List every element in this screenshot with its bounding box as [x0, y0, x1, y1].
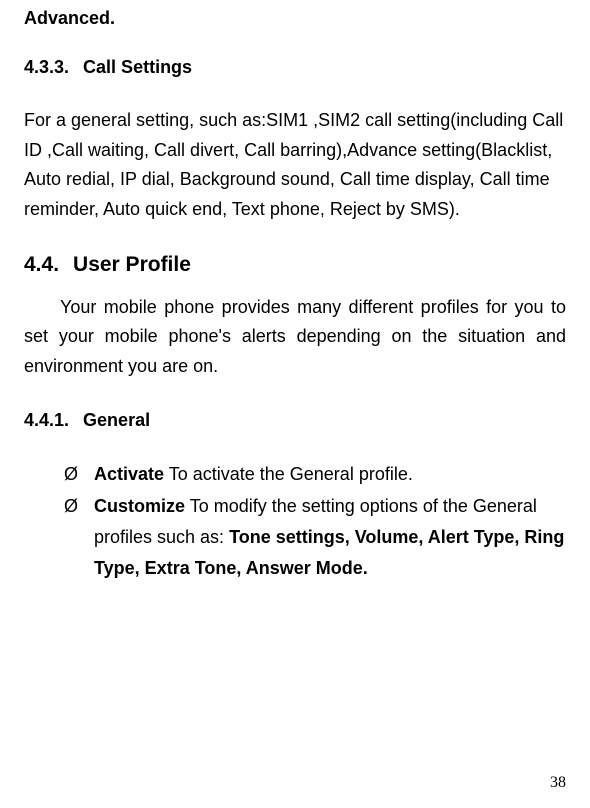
- heading-4-4-number: 4.4.: [24, 253, 59, 276]
- bullet-icon: Ø: [64, 459, 78, 490]
- paragraph-4-4: Your mobile phone provides many differen…: [24, 293, 566, 382]
- list-item-bold: Activate: [94, 464, 164, 484]
- heading-4-4-1-number: 4.4.1.: [24, 410, 69, 430]
- list-item: Ø Customize To modify the setting option…: [64, 491, 566, 583]
- bullet-icon: Ø: [64, 491, 78, 522]
- page-number: 38: [550, 774, 566, 792]
- heading-4-4-1-title: General: [83, 410, 150, 430]
- heading-advanced: Advanced.: [24, 8, 566, 29]
- heading-4-4-1: 4.4.1. General: [24, 410, 566, 431]
- list-item-text: To activate the General profile.: [164, 464, 413, 484]
- list-item: Ø Activate To activate the General profi…: [64, 459, 566, 490]
- heading-4-4-title: User Profile: [73, 253, 191, 276]
- heading-4-4: 4.4. User Profile: [24, 253, 566, 277]
- list-item-bold: Customize: [94, 496, 185, 516]
- paragraph-4-3-3: For a general setting, such as:SIM1 ,SIM…: [24, 106, 566, 225]
- heading-4-3-3-number: 4.3.3.: [24, 57, 69, 77]
- list-4-4-1: Ø Activate To activate the General profi…: [24, 459, 566, 583]
- heading-4-3-3: 4.3.3. Call Settings: [24, 57, 566, 78]
- heading-4-3-3-title: Call Settings: [83, 57, 192, 77]
